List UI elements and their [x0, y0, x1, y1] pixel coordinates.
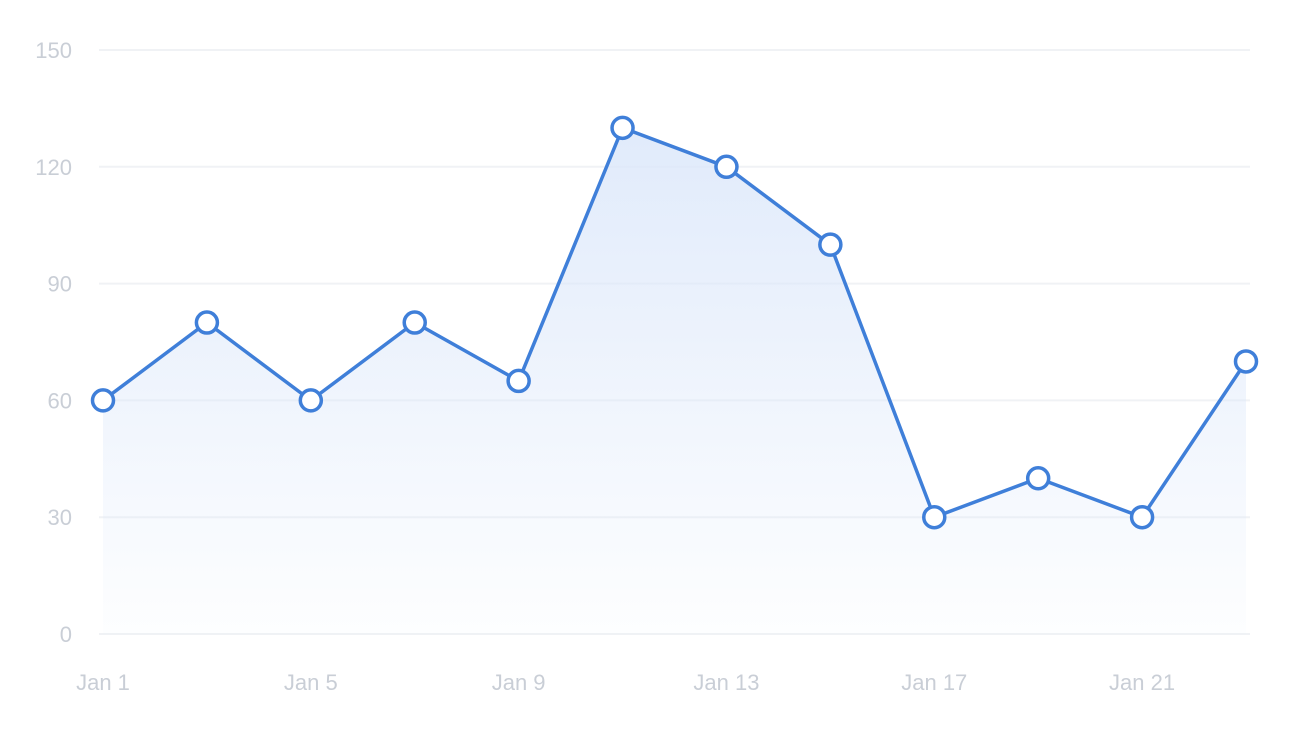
- y-tick-label: 60: [48, 388, 72, 413]
- x-tick-label: Jan 5: [284, 670, 338, 695]
- y-axis: 0 30 60 90 120 150: [35, 38, 72, 647]
- data-point[interactable]: [402, 310, 427, 335]
- y-tick-label: 120: [35, 155, 72, 180]
- y-tick-label: 0: [60, 622, 72, 647]
- x-axis: Jan 1 Jan 5 Jan 9 Jan 13 Jan 17 Jan 21: [76, 670, 1175, 695]
- chart-container: 0 30 60 90 120 150 Jan 1 Jan 5 Jan 9 Jan 13 Jan 1…: [0, 0, 1298, 734]
- y-tick-label: 90: [48, 272, 72, 297]
- data-point[interactable]: [194, 310, 220, 335]
- y-tick-label: 150: [35, 38, 72, 63]
- data-point[interactable]: [1025, 466, 1051, 491]
- data-point[interactable]: [90, 388, 116, 413]
- x-tick-label: Jan 1: [76, 670, 130, 695]
- data-point[interactable]: [922, 504, 947, 530]
- x-tick-label: Jan 9: [492, 670, 546, 695]
- data-point[interactable]: [1129, 504, 1155, 530]
- line-area-chart: 0306090120150 Jan 1 Jan 5 Jan 9 Jan 13 Jan 1…: [35, 38, 1259, 695]
- area-fill-group: [103, 127, 1246, 634]
- x-tick-label: Jan 13: [693, 670, 759, 695]
- data-point[interactable]: [506, 368, 531, 394]
- x-tick-label: Jan 17: [901, 670, 967, 695]
- data-point[interactable]: [1233, 349, 1259, 374]
- data-point[interactable]: [610, 115, 635, 141]
- series-area: [103, 127, 1246, 634]
- data-point[interactable]: [298, 388, 324, 413]
- y-tick-label: 30: [48, 505, 72, 530]
- x-tick-label: Jan 21: [1109, 670, 1175, 695]
- data-point[interactable]: [714, 154, 739, 180]
- data-point[interactable]: [818, 232, 843, 257]
